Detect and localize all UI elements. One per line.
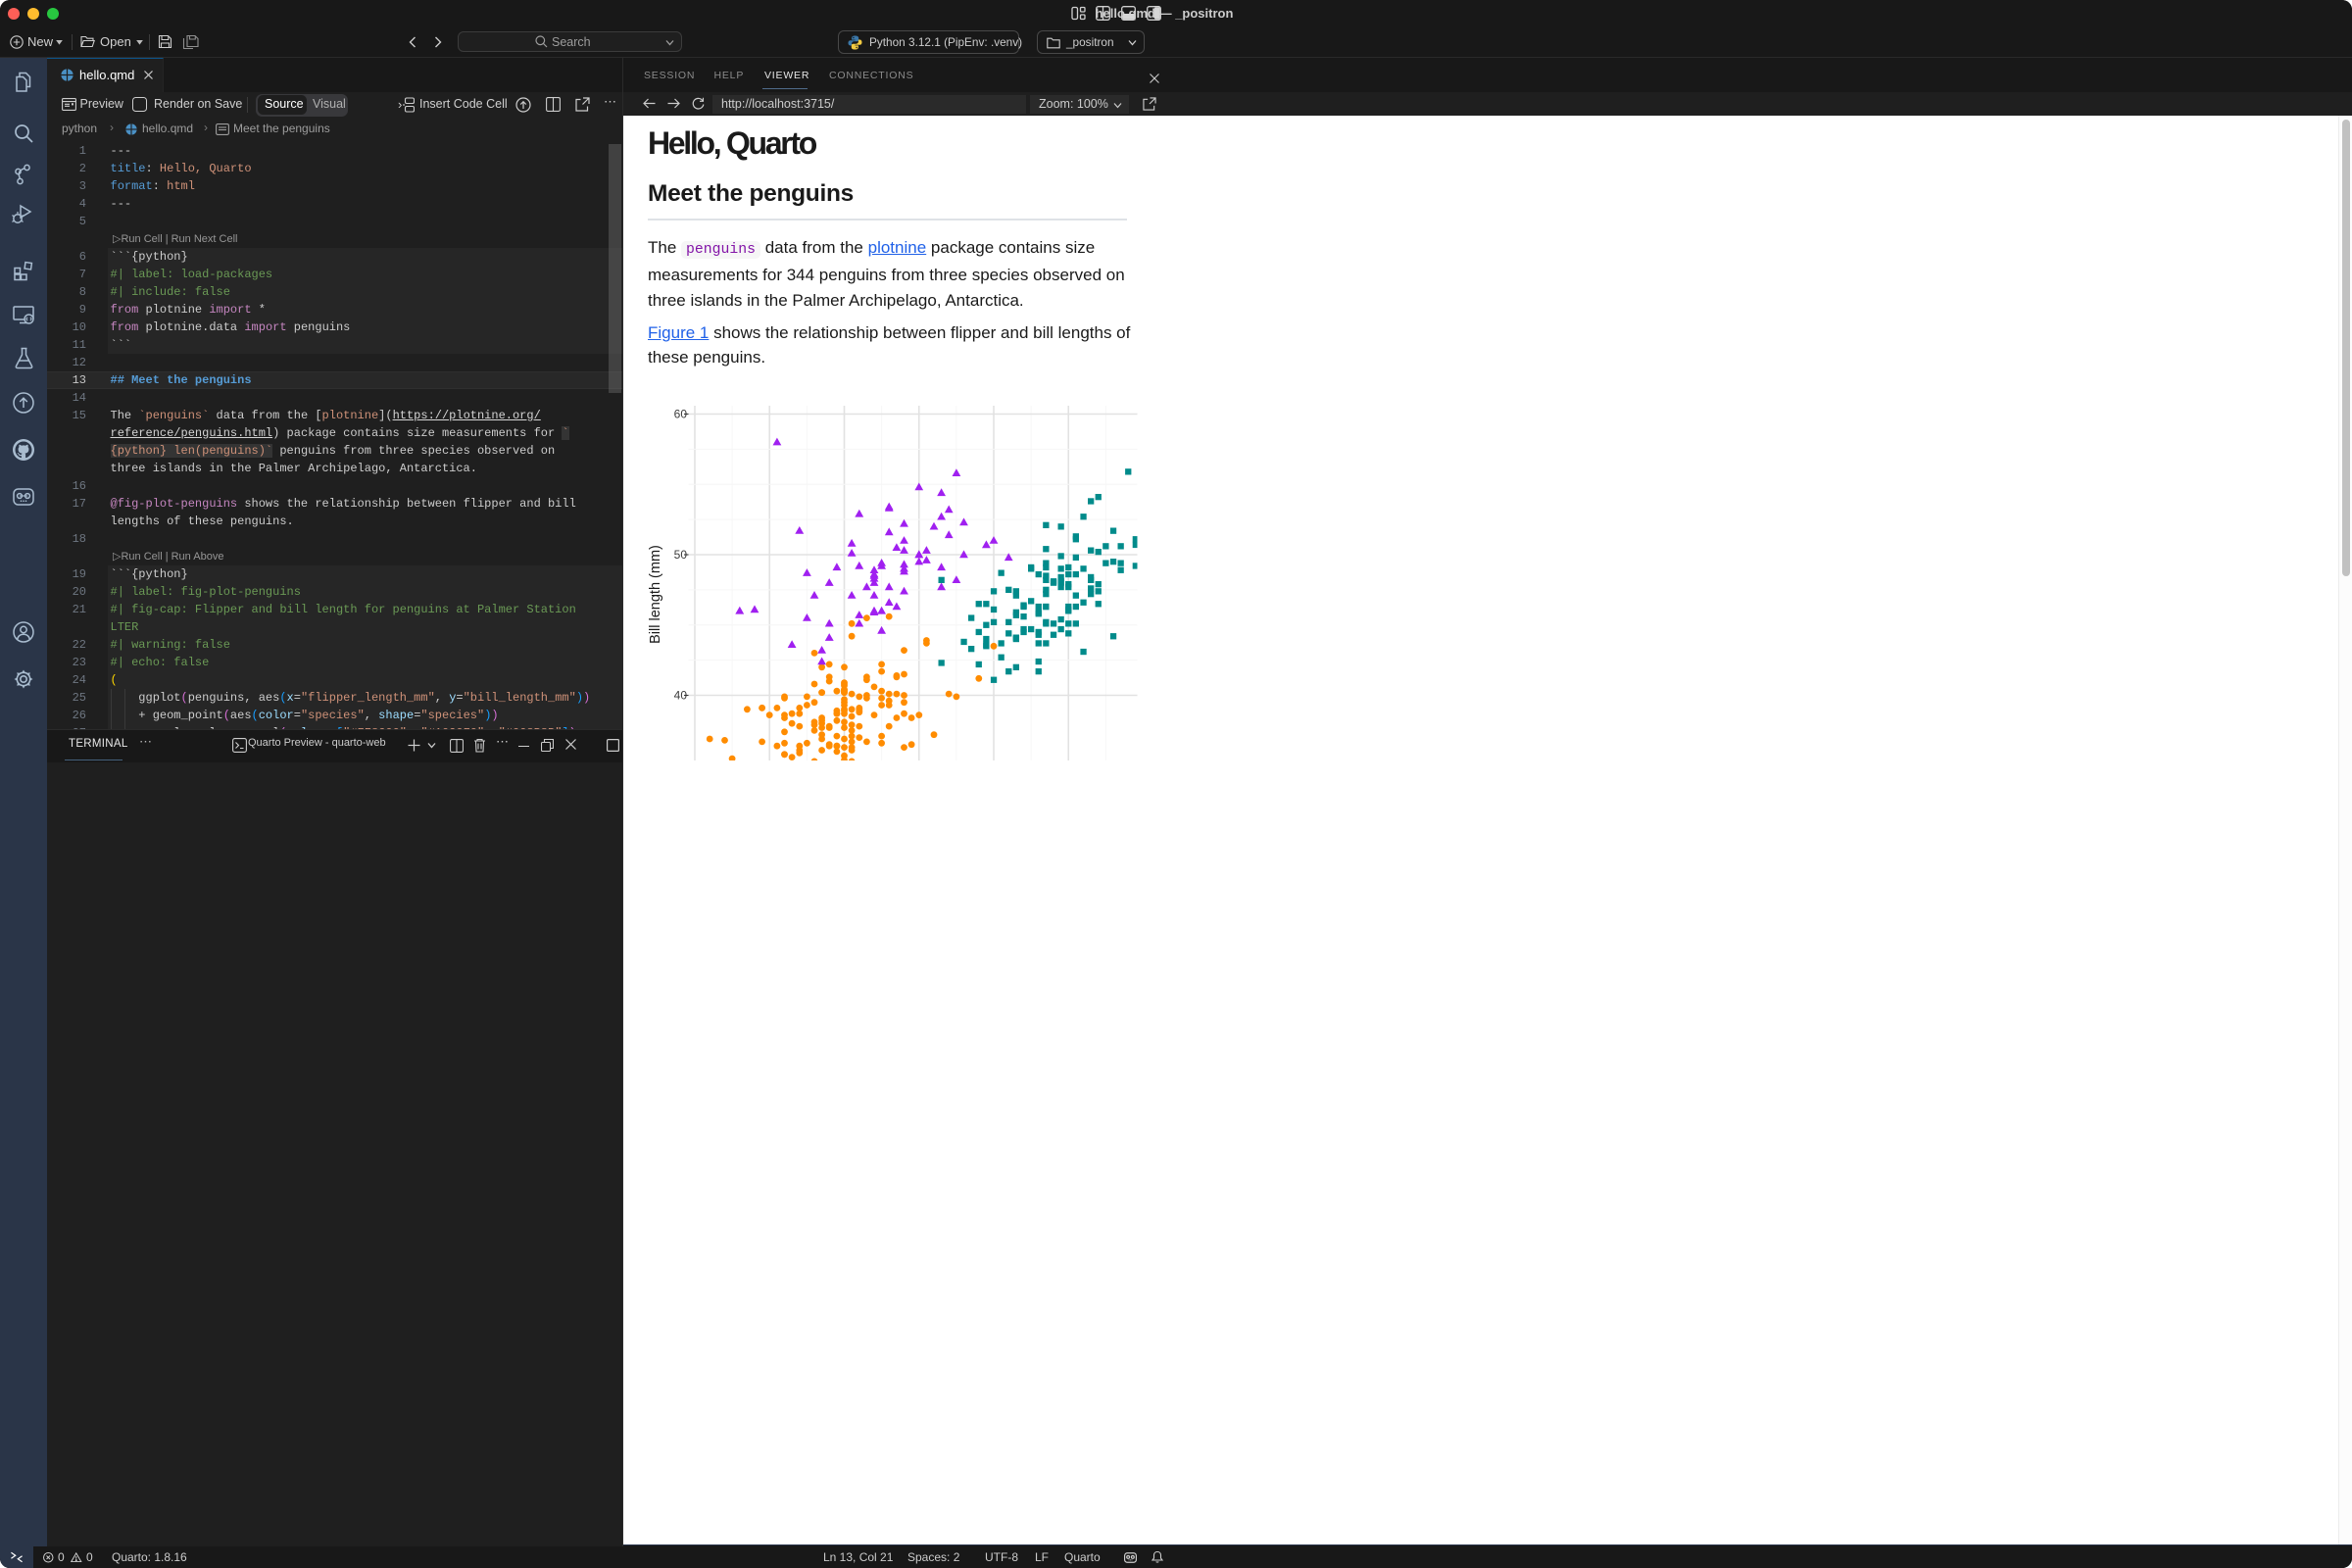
svg-text:Bill length (mm): Bill length (mm): [648, 545, 663, 644]
